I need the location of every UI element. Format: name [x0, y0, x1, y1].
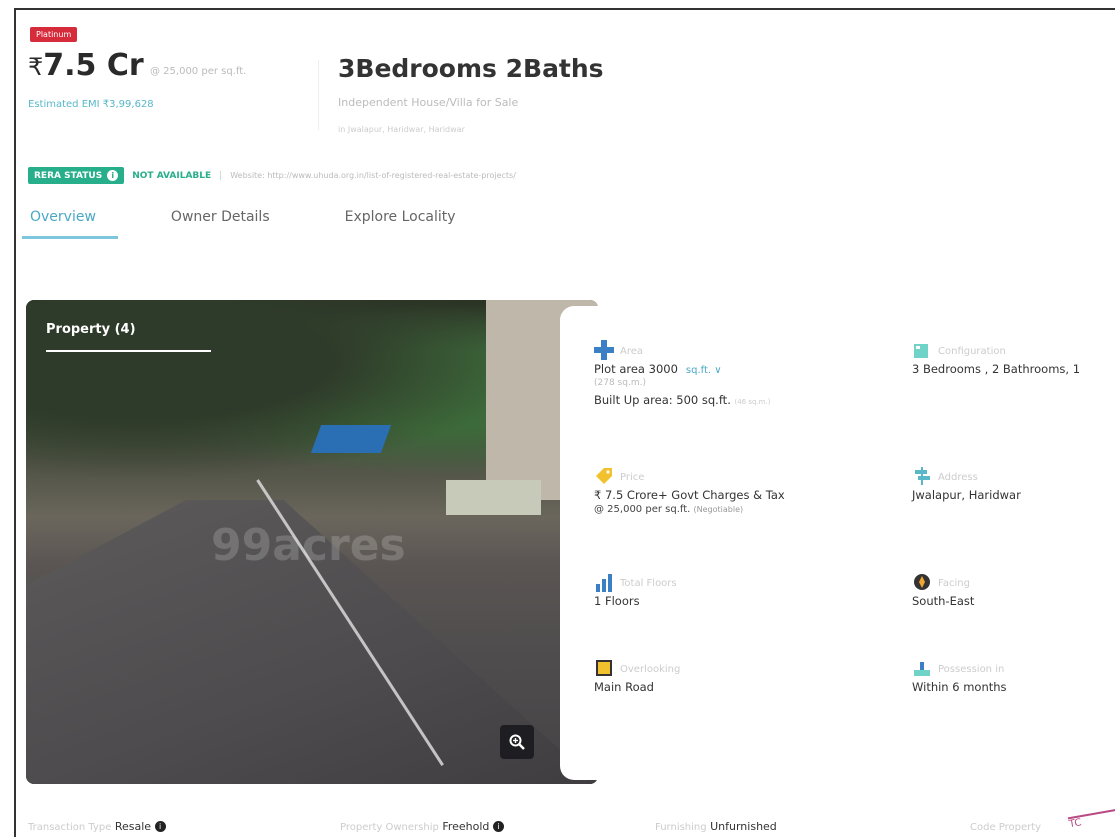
floors-value: 1 Floors — [594, 594, 640, 608]
key-icon — [914, 662, 930, 676]
platinum-badge: Platinum — [30, 27, 78, 42]
area-value-text: Plot area 3000 — [594, 362, 678, 376]
info-icon: i — [107, 170, 119, 181]
address-value: Jwalapur, Haridwar — [912, 488, 1021, 502]
info-icon[interactable]: i — [154, 821, 166, 832]
code-property: Code Property — [970, 820, 1041, 833]
window-icon — [596, 660, 612, 676]
property-subtitle: Independent House/Villa for Sale — [338, 96, 519, 109]
magnifier-icon — [509, 734, 525, 750]
furnishing-label: Furnishing — [655, 822, 707, 833]
watermark: 99acres — [211, 520, 406, 571]
compass-icon — [914, 574, 930, 590]
price-sub-text: @ 25,000 per sq.ft. — [594, 504, 691, 515]
rupee-symbol: ₹ — [28, 53, 44, 81]
price-value: 7.5 Cr — [43, 48, 144, 83]
facing-label: Facing — [938, 578, 970, 589]
ownership-value: Freehold — [442, 820, 490, 833]
property-details-panel: Area Plot area 3000 sq.ft. ∨ (278 sq.m.) … — [560, 306, 1115, 780]
info-icon[interactable]: i — [492, 821, 504, 832]
tab-overview[interactable]: Overview — [22, 205, 118, 239]
address-label: Address — [938, 472, 978, 483]
area-unit-dropdown[interactable]: sq.ft. ∨ — [686, 365, 722, 376]
photo-wall — [446, 480, 541, 515]
facing-value: South-East — [912, 594, 975, 608]
built-up-text: Built Up area: 500 sq.ft. — [594, 393, 731, 407]
area-value: Plot area 3000 sq.ft. ∨ — [594, 362, 722, 376]
transaction-value: Resale — [114, 820, 152, 833]
area-label: Area — [620, 346, 644, 357]
transaction-type: Transaction Type Resale i — [28, 820, 166, 833]
rera-status-button[interactable]: RERA STATUS i — [28, 167, 125, 184]
emi-link[interactable]: Estimated EMI ₹3,99,628 — [28, 99, 154, 110]
price-label: Price — [620, 472, 645, 483]
rera-row: RERA STATUS i NOT AVAILABLE | Website: ht… — [28, 167, 516, 184]
bed-icon — [914, 344, 928, 358]
possession-label: Possession in — [938, 664, 1005, 675]
photo-tarp — [310, 425, 392, 453]
page-title: 3Bedrooms 2Baths — [338, 54, 604, 83]
ownership-label: Property Ownership — [340, 822, 439, 833]
built-up-area: Built Up area: 500 sq.ft. (46 sq.m.) — [594, 393, 770, 407]
rera-label: RERA STATUS — [34, 170, 103, 181]
area-icon — [594, 340, 614, 360]
furnishing: Furnishing Unfurnished — [655, 820, 777, 833]
code-label: Code Property — [970, 822, 1042, 833]
floors-icon — [596, 574, 612, 592]
signpost-icon — [915, 467, 930, 485]
floors-label: Total Floors — [620, 578, 677, 589]
zoom-button[interactable] — [500, 725, 534, 759]
price-negotiable: (Negotiable) — [693, 505, 744, 514]
header-divider — [318, 60, 319, 130]
built-up-note: (46 sq.m.) — [734, 398, 771, 406]
tab-owner-details[interactable]: Owner Details — [171, 205, 270, 239]
tab-bar: Overview Owner Details Explore Locality — [22, 205, 531, 239]
gallery-label[interactable]: Property (4) — [46, 322, 136, 337]
stamp-text: TC — [1068, 817, 1083, 831]
price: ₹7.5 Cr — [28, 48, 144, 83]
property-location: in Jwalapur, Haridwar, Haridwar — [338, 125, 465, 134]
gallery-label-underline — [46, 350, 211, 352]
price-per-sqft: @ 25,000 per sq.ft. — [150, 66, 247, 77]
rera-website[interactable]: Website: http://www.uhuda.org.in/list-of… — [230, 171, 516, 180]
tab-explore-locality[interactable]: Explore Locality — [345, 205, 456, 239]
configuration-label: Configuration — [938, 346, 1006, 357]
price-per-sqft-detail: @ 25,000 per sq.ft. (Negotiable) — [594, 504, 743, 515]
configuration-value: 3 Bedrooms , 2 Bathrooms, 1 — [912, 362, 1081, 376]
bottom-attributes: Transaction Type Resale i Property Owner… — [0, 818, 1115, 837]
overlooking-label: Overlooking — [620, 664, 681, 675]
price-detail-value: ₹ 7.5 Crore+ Govt Charges & Tax — [594, 488, 785, 502]
price-tag-icon — [596, 468, 612, 484]
area-extra: (278 sq.m.) — [594, 378, 646, 388]
rera-status-value: NOT AVAILABLE — [132, 170, 212, 181]
property-ownership: Property Ownership Freehold i — [340, 820, 504, 833]
overlooking-value: Main Road — [594, 680, 654, 694]
possession-value: Within 6 months — [912, 680, 1007, 694]
property-photo-gallery[interactable]: 99acres Property (4) — [26, 300, 598, 784]
furnishing-value: Unfurnished — [710, 820, 777, 833]
rera-separator: | — [219, 170, 223, 181]
transaction-label: Transaction Type — [28, 822, 112, 833]
